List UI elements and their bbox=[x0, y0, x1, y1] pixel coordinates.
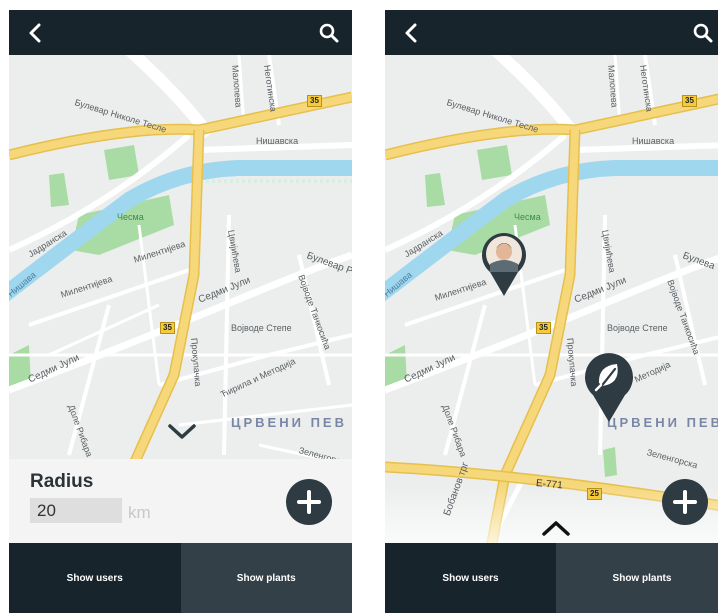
plant-map-pin[interactable] bbox=[584, 350, 634, 424]
radius-title: Radius bbox=[30, 471, 94, 492]
search-button[interactable] bbox=[316, 20, 342, 46]
route-shield: 35 bbox=[307, 95, 322, 107]
screen-map-markers: Булевар Николе Тесле Нишавска Јадранска … bbox=[385, 10, 718, 613]
screen-map-radius: Булевар Николе Тесле Нишавска Јадранска … bbox=[9, 10, 352, 613]
search-icon bbox=[319, 23, 339, 43]
leaf-pin-icon bbox=[585, 353, 633, 422]
add-button[interactable] bbox=[662, 479, 708, 525]
user-map-pin[interactable] bbox=[481, 232, 527, 298]
back-button[interactable] bbox=[399, 20, 425, 46]
route-shield: 35 bbox=[160, 322, 175, 334]
chevron-left-icon bbox=[405, 23, 417, 43]
bottom-tab-bar: Show users Show plants bbox=[385, 543, 718, 613]
map-label-district: ЦРВЕНИ ПЕВ bbox=[231, 415, 347, 430]
add-button[interactable] bbox=[286, 479, 332, 525]
route-shield: 35 bbox=[536, 322, 551, 334]
map-label-street: Војводе Степе bbox=[231, 323, 292, 333]
show-users-tab[interactable]: Show users bbox=[385, 543, 556, 613]
radius-input[interactable] bbox=[30, 498, 122, 523]
search-icon bbox=[693, 23, 713, 43]
route-shield: 35 bbox=[682, 95, 697, 107]
chevron-left-icon bbox=[29, 23, 41, 43]
show-users-tab[interactable]: Show users bbox=[9, 543, 181, 613]
map-label-street: Нишавска bbox=[256, 136, 299, 146]
chevron-up-icon bbox=[542, 521, 570, 536]
map-view[interactable]: Булевар Николе Тесле Нишавска Јадранска … bbox=[385, 55, 718, 553]
chevron-down-icon bbox=[168, 424, 196, 439]
radius-unit: km bbox=[128, 503, 151, 522]
user-avatar-pin-icon bbox=[482, 233, 526, 296]
show-plants-tab[interactable]: Show plants bbox=[556, 543, 718, 613]
top-bar bbox=[9, 10, 352, 55]
map-label-park: Чесма bbox=[514, 212, 541, 222]
show-plants-tab[interactable]: Show plants bbox=[180, 543, 352, 613]
map-label-park: Чесма bbox=[117, 212, 144, 222]
bottom-tab-bar: Show users Show plants bbox=[9, 543, 352, 613]
route-shield: 25 bbox=[587, 488, 602, 500]
top-bar bbox=[385, 10, 718, 55]
map-canvas bbox=[385, 55, 718, 553]
expand-panel-button[interactable] bbox=[541, 518, 571, 540]
back-button[interactable] bbox=[23, 20, 49, 46]
map-label-route: E-771 bbox=[535, 478, 564, 492]
map-label-street: Војводе Степе bbox=[607, 323, 668, 333]
collapse-panel-button[interactable] bbox=[167, 420, 197, 442]
search-button[interactable] bbox=[690, 20, 716, 46]
map-label-street: Нишавска bbox=[632, 136, 675, 146]
